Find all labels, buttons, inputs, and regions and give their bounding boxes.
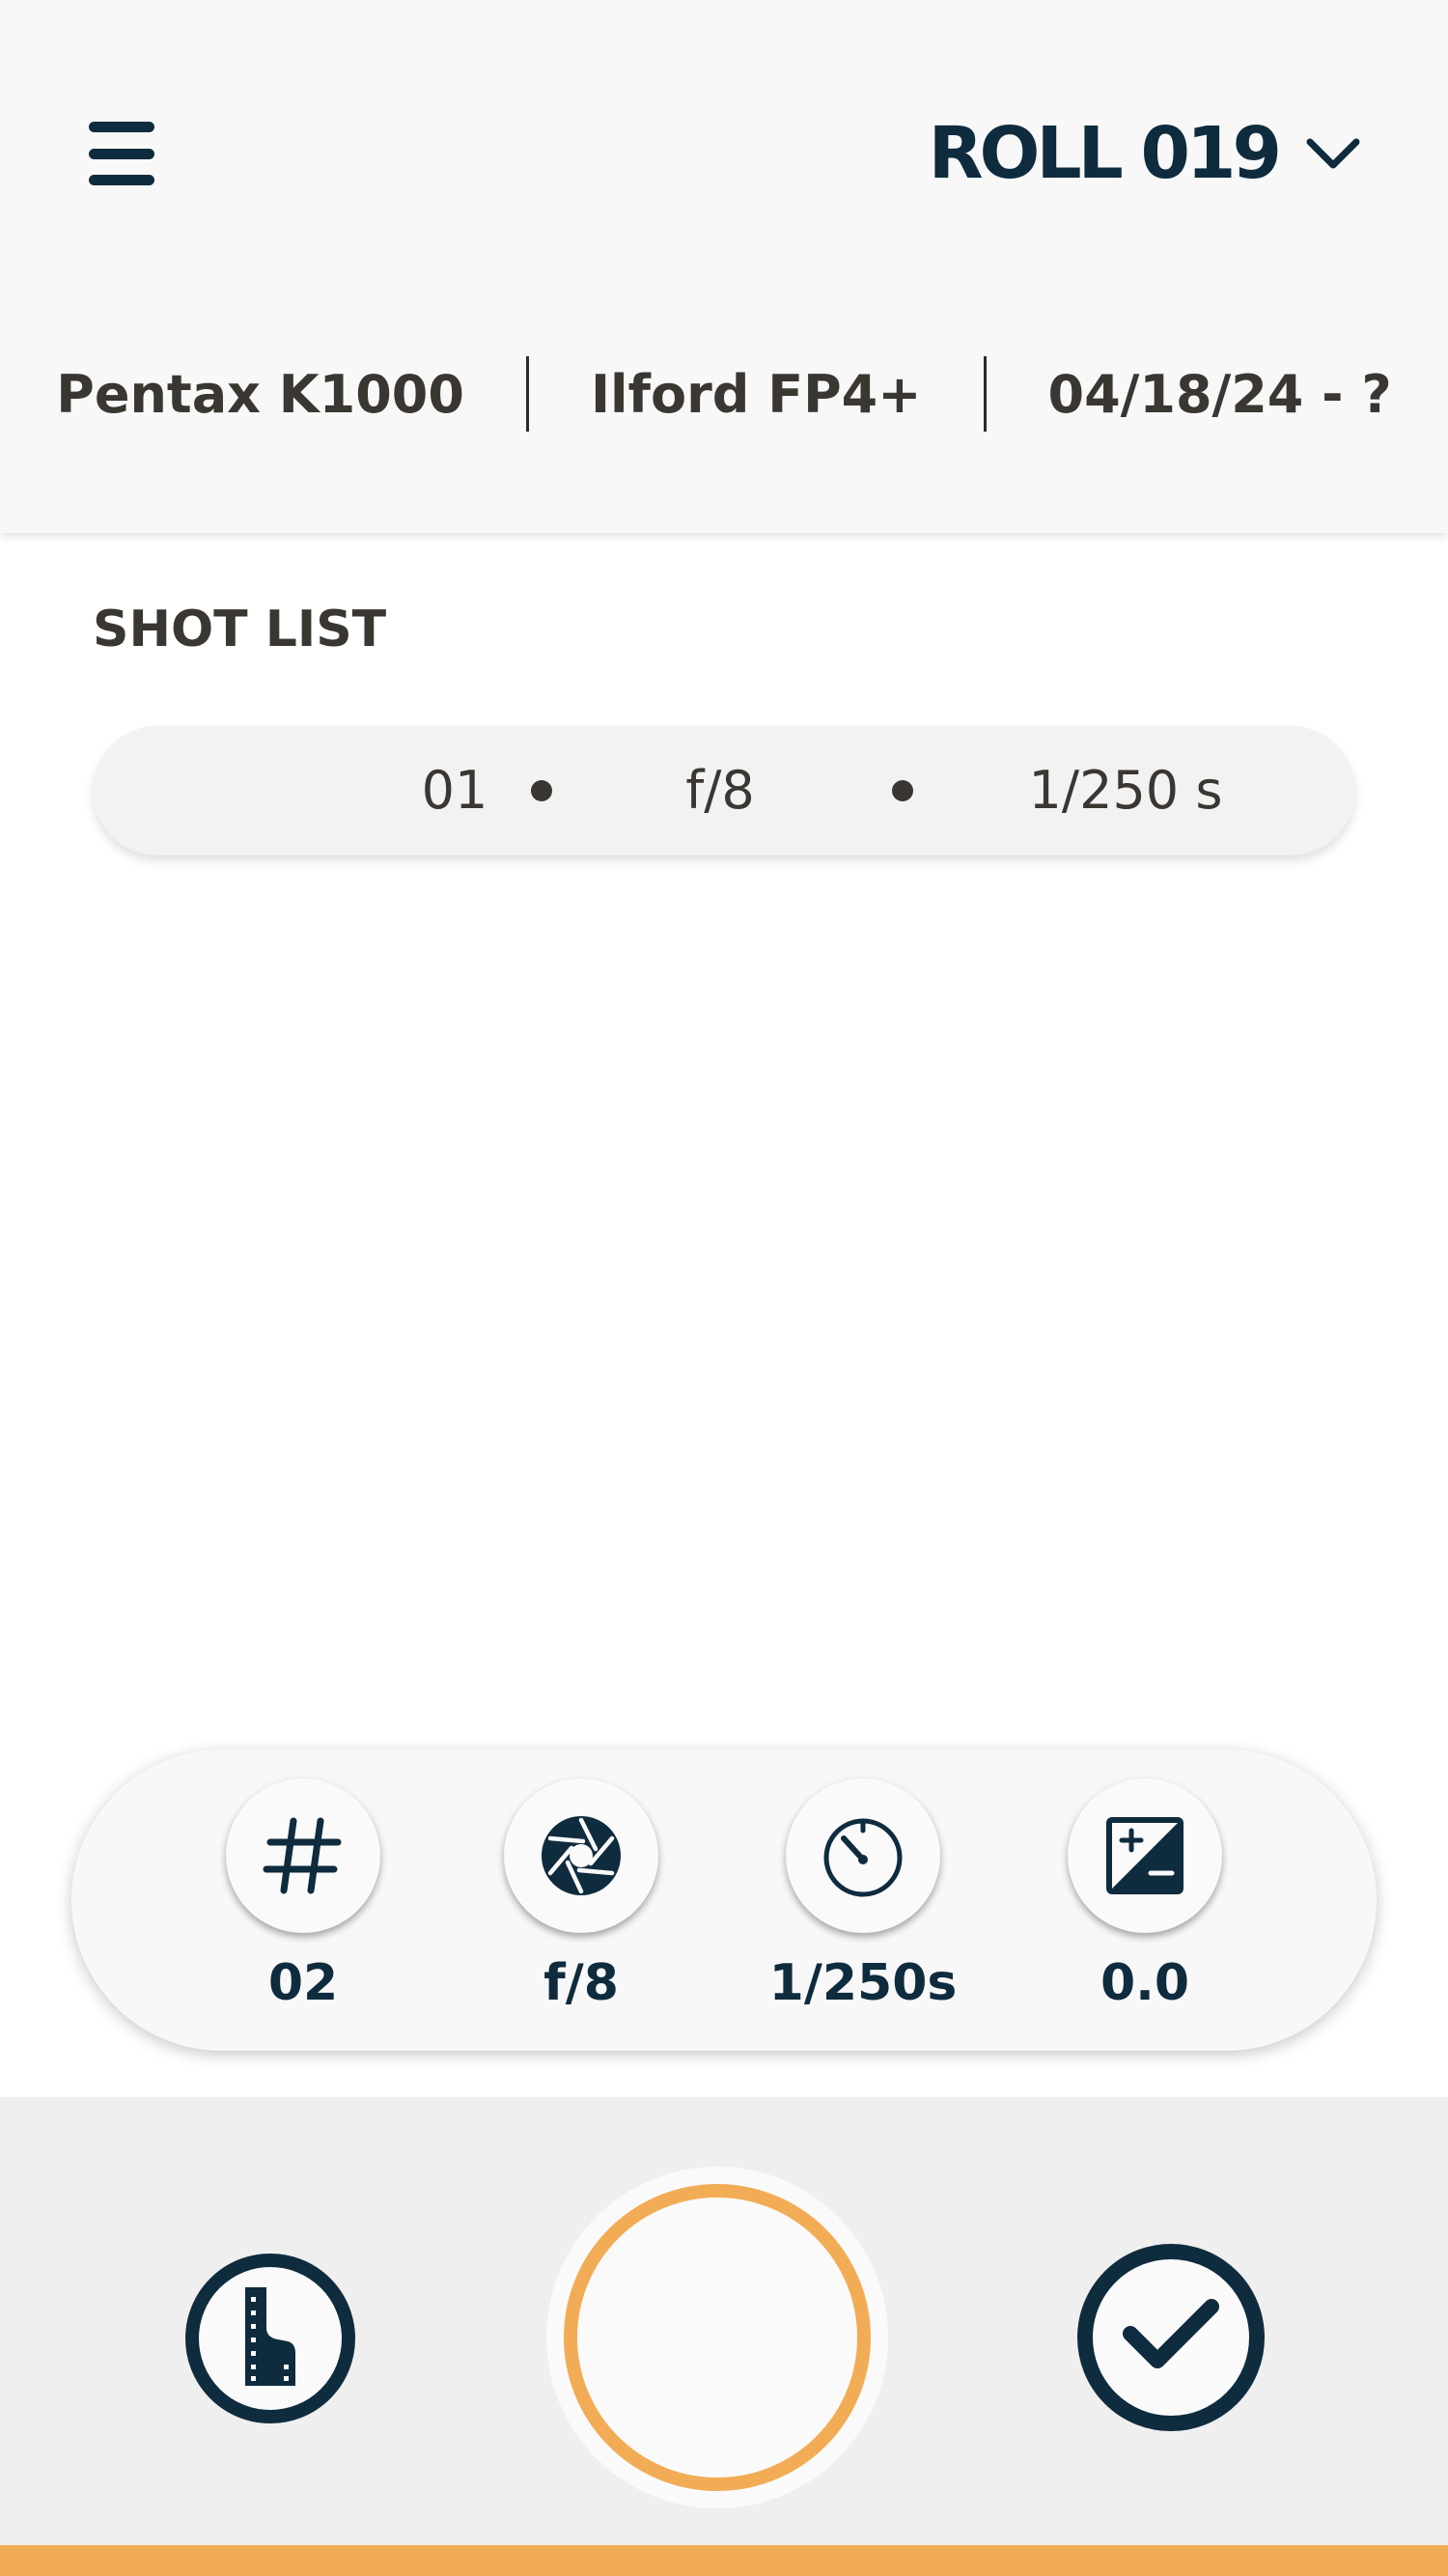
shutter-ring [564, 2184, 871, 2491]
checkmark-icon [1121, 2297, 1221, 2378]
shutter-speed-setting[interactable]: 1/250s [752, 1778, 974, 2012]
finish-roll-button[interactable] [1077, 2244, 1265, 2431]
frame-number-value: 02 [267, 1954, 339, 2012]
exposure-compensation-value: 0.0 [1100, 1954, 1190, 2012]
exposure-compensation-icon[interactable] [1068, 1778, 1222, 1933]
separator-dot [531, 780, 552, 801]
shot-list-heading: SHOT LIST [93, 601, 387, 658]
menu-bar [89, 122, 154, 132]
menu-bar [89, 175, 154, 185]
bottom-action-bar [0, 2097, 1448, 2545]
shot-shutter: 1/250 s [1028, 760, 1223, 821]
accent-strip [0, 2545, 1448, 2576]
app-header: ROLL 019 Pentax K1000 Ilford FP4+ 04/18/… [0, 0, 1448, 533]
roll-dates[interactable]: 04/18/24 - ? [1048, 364, 1392, 425]
roll-metadata: Pentax K1000 Ilford FP4+ 04/18/24 - ? [0, 346, 1448, 442]
stopwatch-icon[interactable] [786, 1778, 940, 1933]
menu-bar [89, 148, 154, 159]
shutter-speed-value: 1/250s [768, 1954, 958, 2012]
chevron-down-icon [1305, 136, 1361, 171]
frame-number-setting[interactable]: 02 [192, 1778, 414, 2012]
camera-name[interactable]: Pentax K1000 [56, 364, 464, 425]
aperture-icon[interactable] [504, 1778, 658, 1933]
aperture-setting[interactable]: f/8 [470, 1778, 692, 2012]
roll-title: ROLL 019 [928, 112, 1282, 195]
film-stock[interactable]: Ilford FP4+ [591, 364, 922, 425]
divider [983, 356, 987, 432]
exposure-settings-panel: 02 f/8 1/250s 0.0 [71, 1750, 1377, 2051]
roll-selector[interactable]: ROLL 019 [929, 108, 1361, 199]
shot-aperture: f/8 [685, 760, 755, 821]
shot-list-item[interactable]: 01 f/8 1/250 s [93, 726, 1355, 855]
film-canister-icon [232, 2283, 309, 2394]
divider [525, 356, 529, 432]
film-canister-button[interactable] [185, 2254, 355, 2423]
hash-icon[interactable] [226, 1778, 380, 1933]
aperture-value: f/8 [543, 1954, 619, 2012]
hamburger-menu-icon[interactable] [89, 122, 154, 185]
exposure-compensation-setting[interactable]: 0.0 [1034, 1778, 1256, 2012]
shutter-button[interactable] [546, 2167, 888, 2508]
separator-dot [892, 780, 913, 801]
